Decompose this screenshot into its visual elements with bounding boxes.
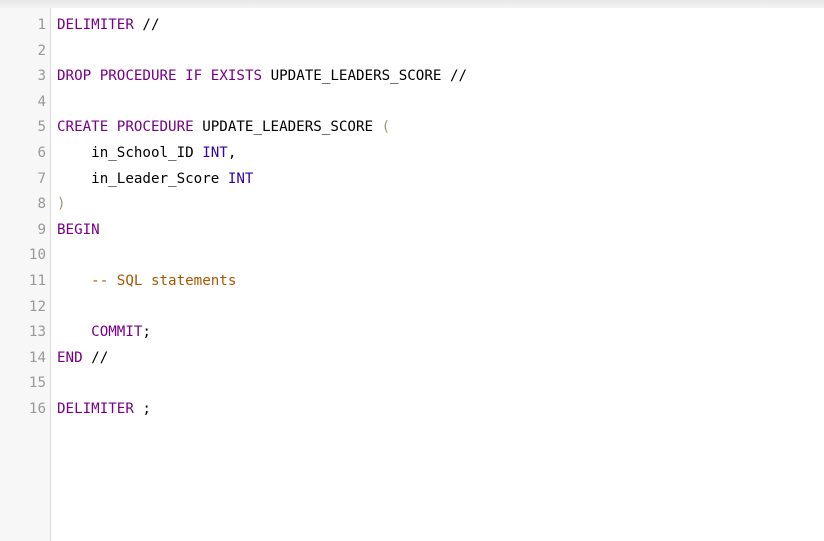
text-token: ; <box>133 400 151 417</box>
line-code: COMMIT; <box>57 320 151 346</box>
line-code: in_School_ID INT, <box>57 141 236 167</box>
code-line[interactable]: 2 <box>0 39 824 65</box>
keyword-token: CREATE <box>57 119 109 136</box>
text-token: in_School_ID <box>57 144 203 161</box>
keyword-token: EXISTS <box>210 68 263 85</box>
type-token: INT <box>202 144 228 161</box>
code-line[interactable]: 16 DELIMITER ; <box>0 397 824 423</box>
code-line[interactable]: 8) <box>0 192 824 218</box>
code-line[interactable]: 6 in_School_ID INT, <box>0 141 824 167</box>
keyword-token: IF <box>185 68 203 85</box>
code-line[interactable]: 12 <box>0 295 824 321</box>
code-editor[interactable]: 1 DELIMITER // 2 3 DROP PROCEDURE IF EXISTS … <box>0 8 824 541</box>
text-token: // <box>133 17 160 33</box>
line-code: DROP PROCEDURE IF EXISTS UPDATE_LEADERS_… <box>57 64 467 90</box>
line-number: 2 <box>37 42 46 59</box>
line-number: 9 <box>37 221 46 238</box>
comment-token: -- SQL statements <box>91 272 237 289</box>
line-number: 14 <box>28 349 46 366</box>
keyword-token: DELIMITER <box>57 400 134 417</box>
line-number: 5 <box>37 119 46 136</box>
code-line[interactable]: 14 END // <box>0 346 824 372</box>
line-number: 15 <box>28 375 46 392</box>
line-code: CREATE PROCEDURE UPDATE_LEADERS_SCORE ( <box>57 115 390 141</box>
code-line[interactable]: 4 <box>0 90 824 116</box>
line-number: 3 <box>37 68 46 85</box>
line-code: DELIMITER ; <box>57 397 151 423</box>
line-number: 7 <box>37 170 46 187</box>
keyword-token: DELIMITER <box>57 17 134 33</box>
code-text-area[interactable]: 1 DELIMITER // 2 3 DROP PROCEDURE IF EXISTS … <box>0 13 824 423</box>
keyword-token: BEGIN <box>57 221 100 238</box>
keyword-token: END <box>57 349 83 366</box>
keyword-token: PROCEDURE <box>99 68 177 85</box>
type-token: INT <box>227 170 254 187</box>
text-token: UPDATE_LEADERS_SCORE // <box>262 68 468 85</box>
window-top-edge <box>0 0 824 8</box>
line-code: -- SQL statements <box>57 269 236 295</box>
line-code: ) <box>57 192 66 218</box>
line-code: in_Leader_Score INT <box>57 167 253 193</box>
line-number: 10 <box>28 247 46 264</box>
line-number: 6 <box>37 144 46 161</box>
code-line[interactable]: 9 BEGIN <box>0 218 824 244</box>
keyword-token: COMMIT <box>91 324 143 341</box>
line-number: 8 <box>37 196 46 213</box>
line-code: END // <box>57 346 108 372</box>
code-line[interactable]: 11 -- SQL statements <box>0 269 824 295</box>
bracket-token: ( <box>381 119 391 136</box>
code-line[interactable]: 3 DROP PROCEDURE IF EXISTS UPDATE_LEADERS… <box>0 64 824 90</box>
line-code: BEGIN <box>57 218 100 244</box>
code-line[interactable]: 10 <box>0 243 824 269</box>
text-token: ; <box>142 324 151 341</box>
code-line[interactable]: 5 CREATE PROCEDURE UPDATE_LEADERS_SCORE ( <box>0 115 824 141</box>
line-number: 11 <box>28 272 46 289</box>
line-number: 13 <box>28 324 46 341</box>
keyword-token: DROP <box>57 68 92 85</box>
line-code: DELIMITER // <box>57 13 160 39</box>
code-line[interactable]: 15 <box>0 371 824 397</box>
text-token: , <box>227 144 237 161</box>
code-line[interactable]: 1 DELIMITER // <box>0 13 824 39</box>
line-number: 16 <box>28 400 46 417</box>
code-line[interactable]: 13 COMMIT; <box>0 320 824 346</box>
code-line[interactable]: 7 in_Leader_Score INT <box>0 167 824 193</box>
text-token: UPDATE_LEADERS_SCORE <box>193 119 382 136</box>
text-token: // <box>82 349 109 366</box>
keyword-token: PROCEDURE <box>116 119 194 136</box>
line-number: 12 <box>28 298 46 315</box>
line-number: 4 <box>37 93 46 110</box>
bracket-token: ) <box>57 196 66 213</box>
line-number: 1 <box>37 17 46 33</box>
text-token: in_Leader_Score <box>57 170 228 187</box>
